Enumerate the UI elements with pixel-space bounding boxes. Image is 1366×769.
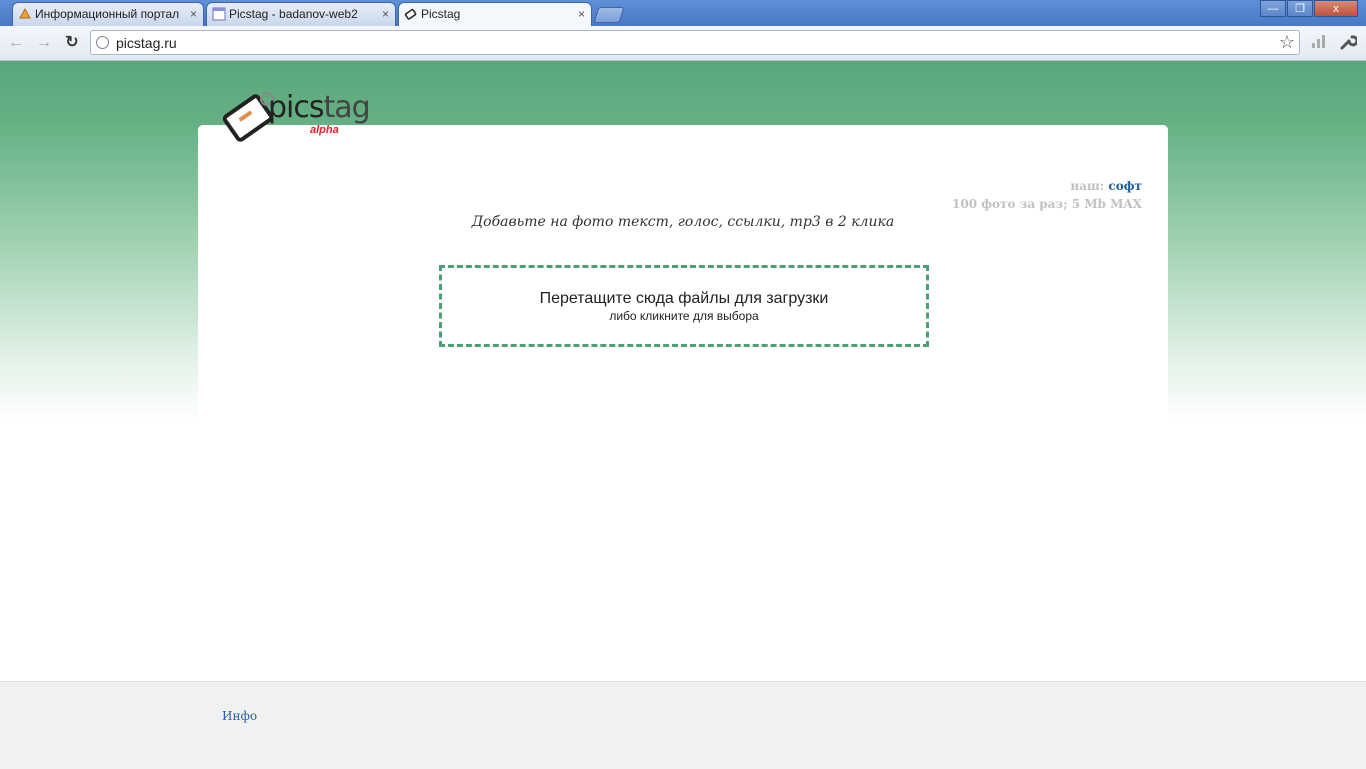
- tab-title: Информационный портал: [35, 7, 180, 21]
- tab-info-portal[interactable]: Информационный портал ×: [12, 2, 204, 26]
- soft-link[interactable]: софт: [1108, 179, 1142, 193]
- page-action-bars-icon[interactable]: [1311, 33, 1327, 49]
- tab-close-icon[interactable]: ×: [382, 3, 389, 25]
- tagline: Добавьте на фото текст, голос, ссылки, m…: [471, 214, 895, 230]
- tag-favicon-icon: [404, 8, 417, 20]
- dropzone-main-text: Перетащите сюда файлы для загрузки: [539, 290, 829, 307]
- tab-strip: Информационный портал × Picstag - badano…: [0, 0, 1366, 27]
- back-arrow-icon[interactable]: ←: [5, 32, 27, 54]
- globe-icon: [96, 36, 109, 49]
- soft-line: наш: софт: [1070, 179, 1142, 193]
- address-bar[interactable]: picstag.ru ☆: [90, 30, 1300, 55]
- upload-dropzone[interactable]: Перетащите сюда файлы для загрузки либо …: [439, 265, 929, 347]
- alpha-badge: alpha: [310, 124, 339, 136]
- bookmark-star-icon[interactable]: ☆: [1279, 32, 1295, 53]
- tab-close-icon[interactable]: ×: [190, 3, 197, 25]
- page-favicon-icon: [212, 7, 226, 21]
- address-url[interactable]: picstag.ru: [116, 35, 177, 51]
- tab-title: Picstag: [421, 7, 461, 21]
- picstag-logo[interactable]: picstag alpha: [220, 90, 371, 144]
- window-controls: — ❐ x: [1259, 0, 1358, 18]
- logo-wordmark: picstag: [268, 90, 371, 125]
- new-tab-button[interactable]: [593, 7, 625, 23]
- forward-arrow-icon[interactable]: →: [33, 32, 55, 54]
- tab-close-icon[interactable]: ×: [578, 3, 585, 25]
- dropzone-sub-text: либо кликните для выбора: [609, 309, 759, 323]
- upload-limits: 100 фото за раз; 5 Mb MAX: [952, 197, 1142, 211]
- close-window-button[interactable]: x: [1314, 0, 1358, 17]
- tab-title: Picstag - badanov-web2: [229, 7, 358, 21]
- tab-picstag-badanov[interactable]: Picstag - badanov-web2 ×: [206, 2, 396, 26]
- minimize-button[interactable]: —: [1260, 0, 1286, 17]
- browser-toolbar: ← → ↻ picstag.ru ☆: [0, 26, 1366, 61]
- restore-button[interactable]: ❐: [1287, 0, 1313, 17]
- footer-info-link[interactable]: Инфо: [222, 709, 257, 723]
- wrench-icon[interactable]: [1339, 33, 1357, 51]
- soft-prefix: наш:: [1070, 179, 1105, 193]
- portal-favicon-icon: [19, 7, 31, 19]
- tab-picstag[interactable]: Picstag ×: [398, 2, 592, 27]
- reload-icon[interactable]: ↻: [61, 32, 83, 54]
- footer: Инфо: [0, 681, 1366, 769]
